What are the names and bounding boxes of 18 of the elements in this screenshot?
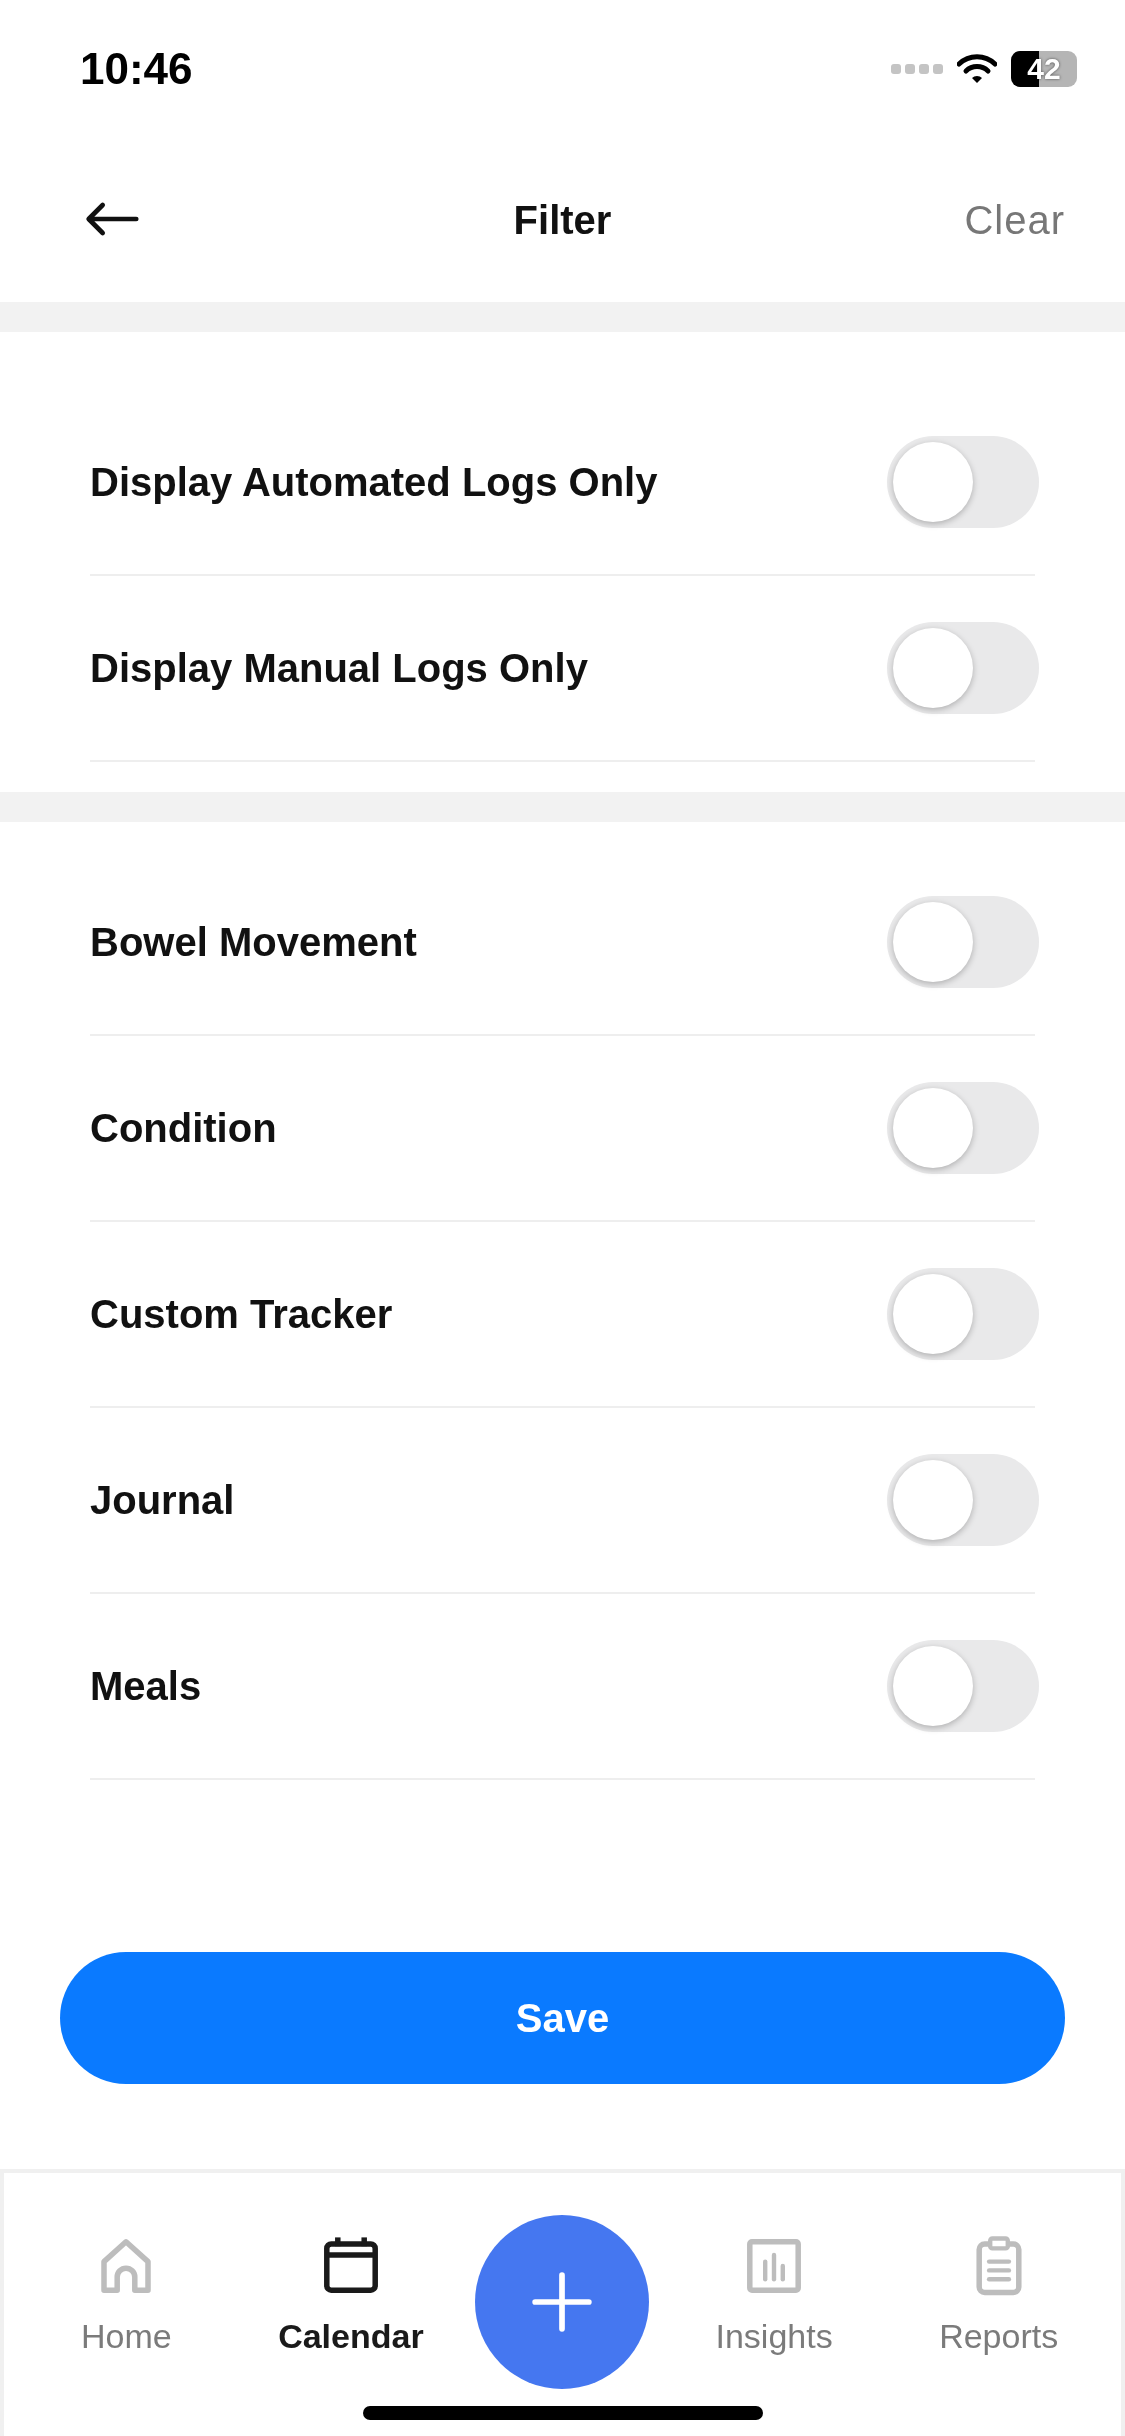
plus-icon bbox=[531, 2271, 594, 2333]
filter-label: Display Automated Logs Only bbox=[90, 459, 658, 505]
status-time: 10:46 bbox=[80, 44, 193, 94]
wifi-icon bbox=[957, 53, 997, 85]
tab-item[interactable]: Home bbox=[26, 2233, 227, 2356]
filter-label: Condition bbox=[90, 1105, 277, 1151]
filter-label: Display Manual Logs Only bbox=[90, 645, 588, 691]
signal-icon bbox=[891, 63, 943, 75]
filter-label: Meals bbox=[90, 1663, 202, 1709]
filter-label: Bowel Movement bbox=[90, 919, 417, 965]
save-button[interactable]: Save bbox=[60, 1952, 1065, 2084]
tab-item[interactable]: Insights bbox=[674, 2233, 875, 2356]
tab-item[interactable]: Reports bbox=[898, 2233, 1099, 2356]
filter-label: Journal bbox=[90, 1477, 235, 1523]
clear-button[interactable]: Clear bbox=[964, 197, 1065, 243]
page-title: Filter bbox=[513, 197, 612, 243]
tab-item[interactable]: Calendar bbox=[250, 2233, 451, 2356]
filter-label: Custom Tracker bbox=[90, 1291, 393, 1337]
